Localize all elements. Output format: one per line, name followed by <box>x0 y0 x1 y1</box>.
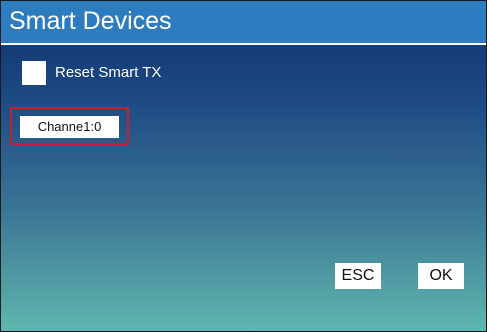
channel-field[interactable]: Channe1:0 <box>20 116 119 138</box>
esc-button[interactable]: ESC <box>335 263 381 289</box>
reset-smart-tx-label: Reset Smart TX <box>55 64 162 81</box>
ok-button[interactable]: OK <box>418 263 464 289</box>
reset-smart-tx-checkbox[interactable] <box>22 61 46 85</box>
title-bar: Smart Devices <box>1 1 486 45</box>
smart-devices-dialog: Smart Devices Reset Smart TX Channe1:0 E… <box>0 0 487 332</box>
dialog-title: Smart Devices <box>9 7 172 35</box>
